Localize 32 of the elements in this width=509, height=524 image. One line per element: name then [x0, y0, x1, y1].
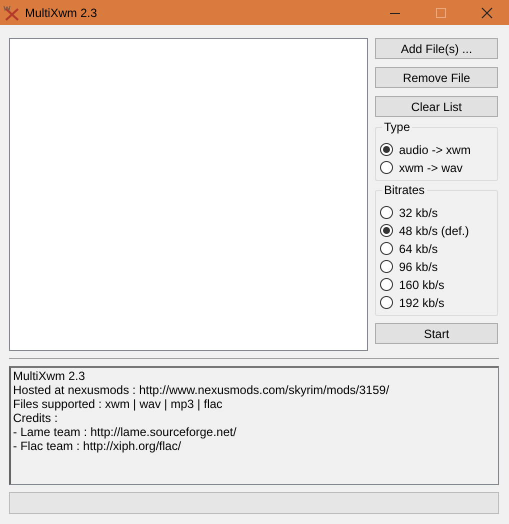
log-line: MultiXwm 2.3 — [13, 369, 86, 383]
log-line: - Lame team : http://lame.sourceforge.net/ — [13, 425, 236, 439]
action-button[interactable]: Remove File — [375, 67, 498, 88]
radio-button[interactable] — [380, 161, 393, 174]
log-line: - Flac team : http://xiph.org/flac/ — [13, 439, 182, 453]
log-line: Hosted at nexusmods : http://www.nexusmods.com/skyrim/mods/3159/ — [13, 383, 390, 397]
window-title: MultiXwm 2.3 — [25, 6, 98, 20]
option-label: 192 kb/s — [399, 296, 444, 310]
log-box[interactable] — [9, 366, 499, 485]
option-label: xwm -> wav — [399, 160, 463, 174]
radio-button[interactable] — [380, 143, 393, 156]
start-button[interactable]: Start — [375, 323, 498, 344]
log-line: Files supported : xwm | wav | mp3 | flac — [13, 397, 222, 411]
radio-button[interactable] — [380, 242, 393, 255]
radio-button[interactable] — [380, 278, 393, 291]
log-line: Credits : — [13, 411, 58, 425]
close-icon[interactable] — [481, 6, 493, 18]
option-label: 160 kb/s — [399, 278, 444, 292]
option-label: 48 kb/s (def.) — [399, 224, 470, 238]
group-title: Type — [382, 120, 412, 134]
action-button[interactable]: Clear List — [375, 96, 498, 117]
action-button[interactable]: Add File(s) ... — [375, 38, 498, 59]
option-label: 64 kb/s — [399, 242, 438, 256]
radio-button[interactable] — [380, 296, 393, 309]
radio-button[interactable] — [380, 224, 393, 237]
app-icon — [3, 4, 21, 20]
option-label: 32 kb/s — [399, 206, 438, 220]
group-title: Bitrates — [382, 183, 427, 197]
option-label: audio -> xwm — [399, 142, 471, 156]
radio-button[interactable] — [380, 260, 393, 273]
radio-button[interactable] — [380, 206, 393, 219]
option-label: 96 kb/s — [399, 260, 438, 274]
